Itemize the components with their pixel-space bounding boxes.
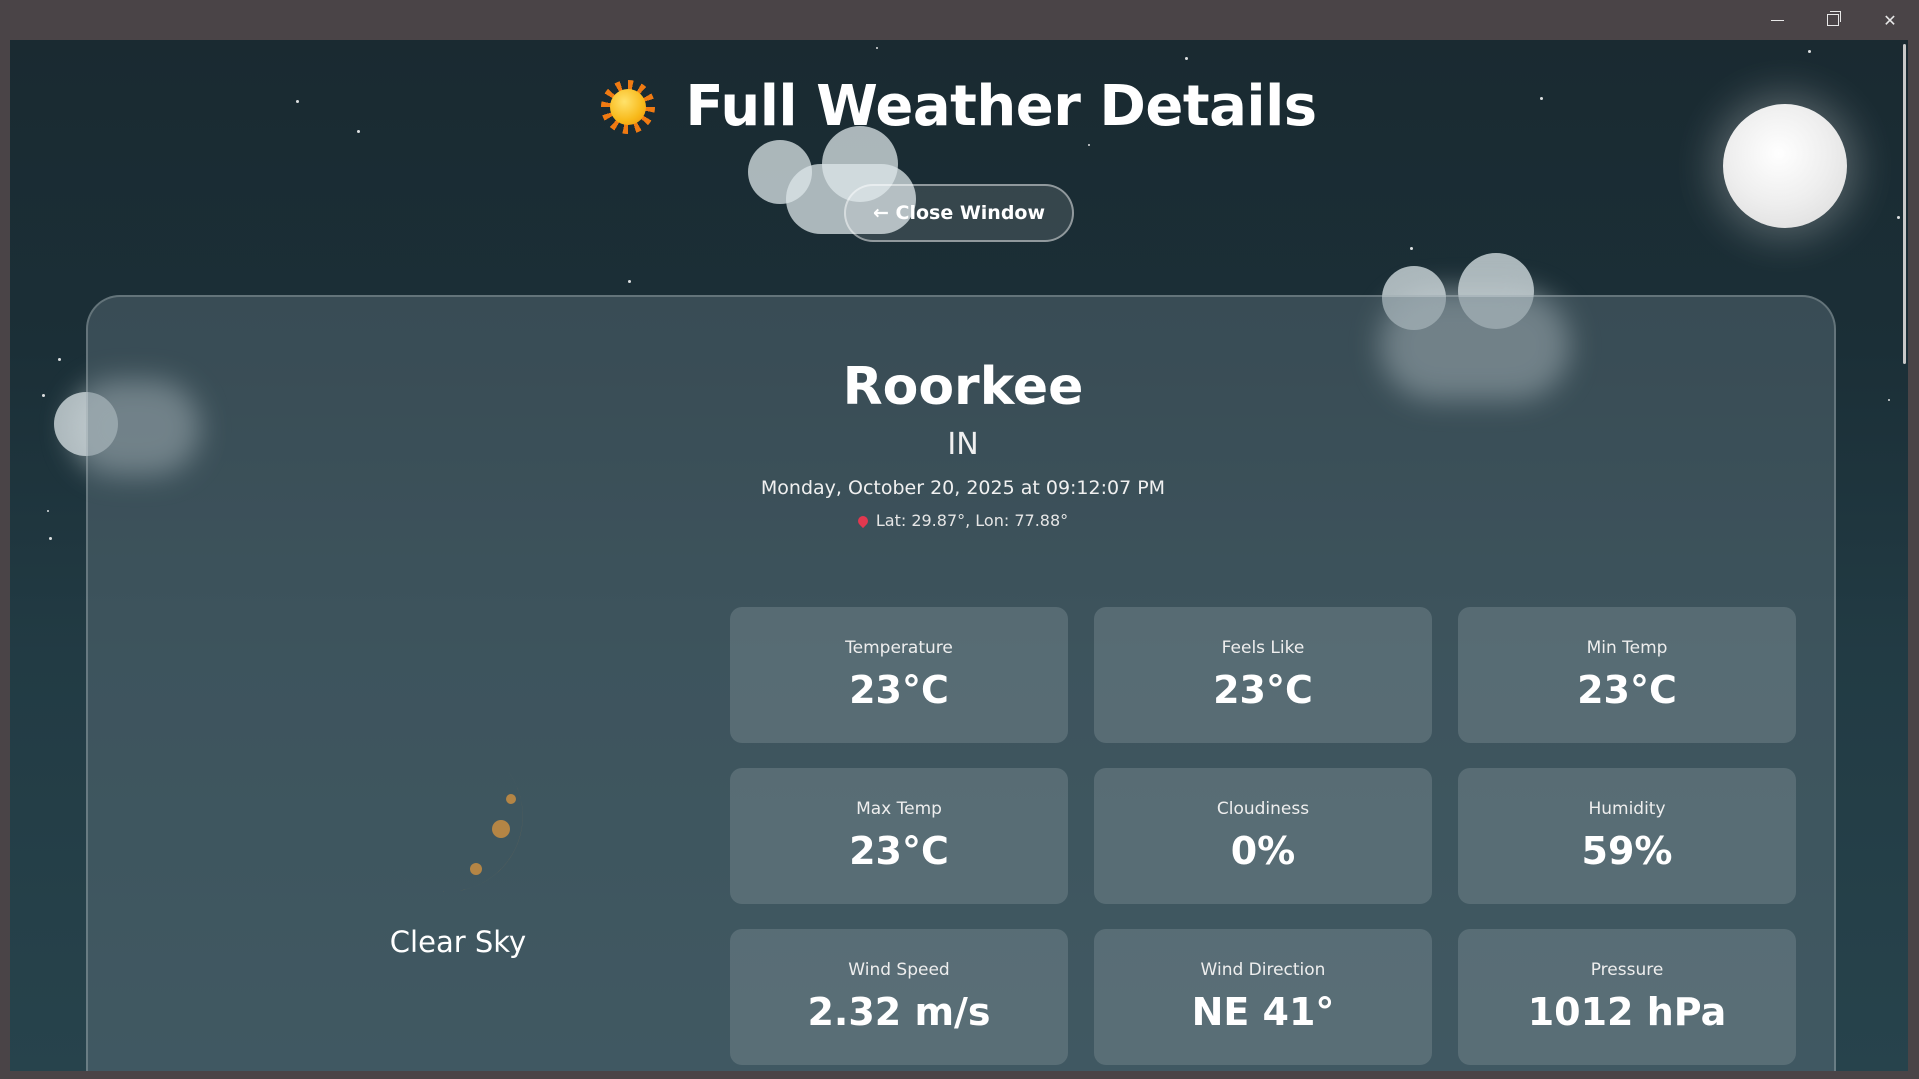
sun-icon: [601, 79, 656, 134]
star: [628, 280, 631, 283]
restore-icon: [1827, 11, 1841, 26]
star: [42, 394, 45, 397]
stat-temperature: Temperature 23°C: [730, 607, 1068, 743]
minimize-button[interactable]: [1749, 0, 1805, 40]
page-header: Full Weather Details: [10, 74, 1908, 139]
stat-label: Wind Direction: [1200, 960, 1326, 980]
stat-value: 59%: [1581, 829, 1673, 873]
minimize-icon: [1770, 19, 1784, 21]
condition-label: Clear Sky: [389, 925, 527, 959]
stat-label: Temperature: [845, 638, 953, 658]
scrollbar[interactable]: [1900, 40, 1908, 1071]
star: [1888, 399, 1890, 401]
star: [58, 358, 61, 361]
restore-button[interactable]: [1805, 0, 1861, 40]
stat-feels-like: Feels Like 23°C: [1094, 607, 1432, 743]
stat-value: 0%: [1230, 829, 1296, 873]
stat-label: Cloudiness: [1216, 799, 1310, 819]
stat-value: 23°C: [849, 668, 949, 712]
star: [1088, 144, 1090, 146]
stat-value: 23°C: [1213, 668, 1313, 712]
stat-max-temp: Max Temp 23°C: [730, 768, 1068, 904]
stat-label: Pressure: [1590, 960, 1664, 980]
weather-card: Roorkee IN Monday, October 20, 2025 at 0…: [86, 295, 1836, 1071]
star: [49, 537, 52, 540]
stat-pressure: Pressure 1012 hPa: [1458, 929, 1796, 1065]
page-title: Full Weather Details: [685, 74, 1317, 139]
country-code: IN: [947, 427, 979, 462]
star: [1410, 247, 1413, 250]
stat-value: NE 41°: [1191, 990, 1335, 1034]
close-icon: ✕: [1883, 10, 1897, 30]
stat-value: 23°C: [849, 829, 949, 873]
stat-value: 2.32 m/s: [807, 990, 991, 1034]
weather-condition: Clear Sky: [308, 757, 608, 959]
stat-wind-speed: Wind Speed 2.32 m/s: [730, 929, 1068, 1065]
stat-wind-direction: Wind Direction NE 41°: [1094, 929, 1432, 1065]
star: [876, 47, 878, 49]
stat-label: Feels Like: [1221, 638, 1305, 658]
star: [1185, 57, 1188, 60]
window-titlebar: ✕: [0, 0, 1919, 40]
coordinates: Lat: 29.87°, Lon: 77.88°: [88, 511, 1838, 530]
scrollbar-thumb[interactable]: [1903, 44, 1906, 364]
star: [1808, 50, 1811, 53]
city-name: Roorkee: [842, 357, 1084, 417]
close-window-button[interactable]: ← Close Window: [844, 184, 1074, 242]
stat-label: Min Temp: [1586, 638, 1668, 658]
stat-min-temp: Min Temp 23°C: [1458, 607, 1796, 743]
datetime-text: Monday, October 20, 2025 at 09:12:07 PM: [760, 477, 1166, 499]
stat-humidity: Humidity 59%: [1458, 768, 1796, 904]
coordinates-text: Lat: 29.87°, Lon: 77.88°: [875, 511, 1069, 530]
star: [47, 510, 49, 512]
stat-label: Humidity: [1588, 799, 1666, 819]
stat-value: 1012 hPa: [1527, 990, 1727, 1034]
stat-cloudiness: Cloudiness 0%: [1094, 768, 1432, 904]
stat-value: 23°C: [1577, 668, 1677, 712]
crescent-moon-icon: [383, 757, 533, 907]
stat-label: Max Temp: [856, 799, 942, 819]
stat-label: Wind Speed: [848, 960, 950, 980]
stats-grid: Temperature 23°C Feels Like 23°C Min Tem…: [730, 607, 1796, 1065]
close-window-control[interactable]: ✕: [1862, 0, 1918, 40]
pin-icon: [855, 513, 870, 528]
app-viewport: Full Weather Details ← Close Window Roor…: [10, 40, 1908, 1071]
